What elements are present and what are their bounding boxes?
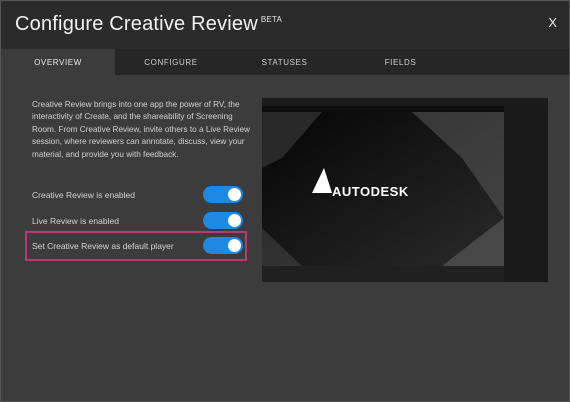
tab-configure[interactable]: CONFIGURE: [115, 49, 227, 75]
setting-creative-review-enabled: Creative Review is enabled: [32, 184, 247, 206]
toggle-knob: [228, 239, 241, 252]
setting-label: Set Creative Review as default player: [32, 241, 174, 251]
toggle-knob: [228, 188, 241, 201]
setting-label: Creative Review is enabled: [32, 190, 135, 200]
setting-live-review-enabled: Live Review is enabled: [32, 210, 247, 232]
setting-label: Live Review is enabled: [32, 216, 119, 226]
tab-fields[interactable]: FIELDS: [342, 49, 459, 75]
default-player-toggle[interactable]: [203, 237, 243, 254]
tab-overview[interactable]: OVERVIEW: [1, 49, 115, 75]
creative-review-enabled-toggle[interactable]: [203, 186, 243, 203]
dialog-titlebar: Configure Creative Review BETA X: [1, 1, 569, 49]
toggle-knob: [228, 214, 241, 227]
dialog-title-text: Configure Creative Review: [15, 13, 258, 35]
preview-side-panel: [504, 106, 548, 282]
setting-default-player: Set Creative Review as default player: [32, 235, 247, 257]
creative-review-preview-image: AUTODESK: [262, 98, 548, 282]
close-button[interactable]: X: [548, 15, 557, 30]
tab-bar: OVERVIEW CONFIGURE STATUSES FIELDS: [1, 49, 569, 75]
beta-badge: BETA: [260, 15, 282, 25]
autodesk-logo: AUTODESK: [332, 184, 409, 199]
tab-statuses[interactable]: STATUSES: [227, 49, 342, 75]
live-review-enabled-toggle[interactable]: [203, 212, 243, 229]
configure-creative-review-dialog: Configure Creative Review BETA X OVERVIEW…: [0, 0, 570, 402]
dialog-title: Configure Creative Review BETA: [15, 13, 282, 36]
overview-description: Creative Review brings into one app the …: [32, 100, 250, 159]
preview-menubar: [262, 98, 548, 106]
preview-timeline: [262, 266, 504, 282]
